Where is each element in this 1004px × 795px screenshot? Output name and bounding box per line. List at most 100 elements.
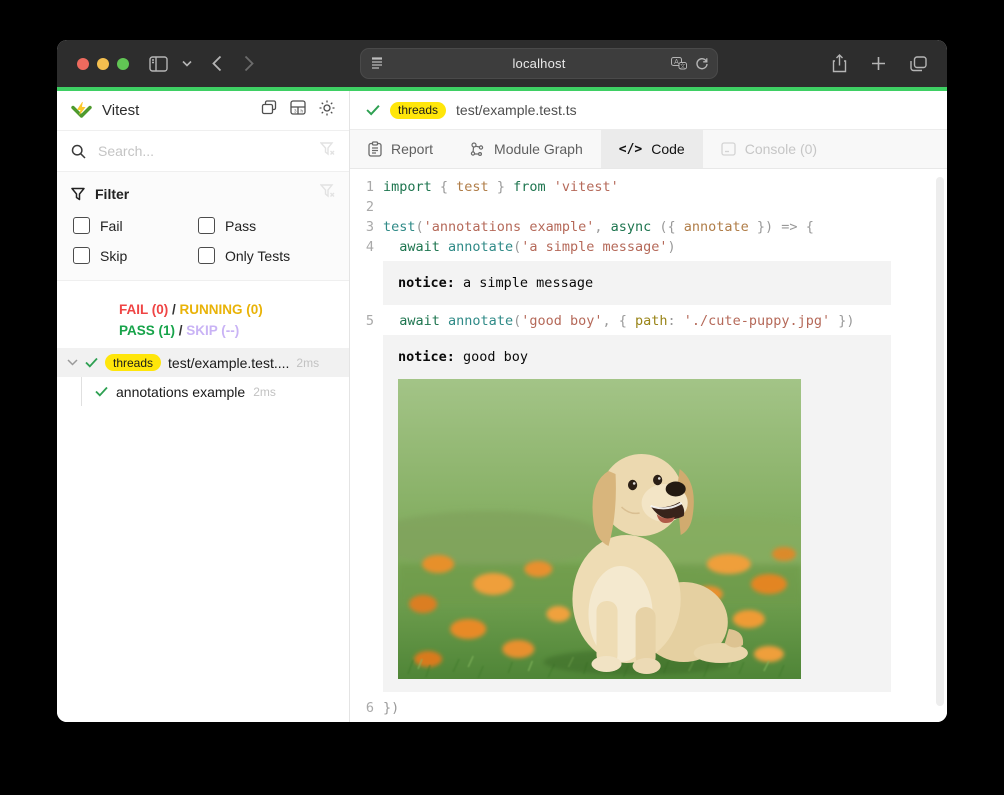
back-button[interactable] [212,55,222,72]
test-case-row[interactable]: annotations example 2ms [81,377,349,406]
traffic-lights [77,58,129,70]
test-file-name: test/example.test.... [168,355,289,371]
search-icon [71,144,86,159]
line-number: 3 [350,217,374,237]
checkbox[interactable] [198,217,215,234]
module-graph-icon [469,142,485,157]
notice-label: notice: [398,275,455,291]
pass-count: PASS (1) [119,323,175,338]
zoom-window-button[interactable] [117,58,129,70]
test-case-name: annotations example [116,384,245,400]
line-number: 4 [350,237,374,257]
close-window-button[interactable] [77,58,89,70]
url-text: localhost [512,56,565,71]
code-icon: </> [619,142,642,157]
filter-checkbox-only-tests[interactable]: Only Tests [198,247,335,264]
chevron-down-icon[interactable] [182,60,192,67]
code-line: 3 test('annotations example', async ({ an… [350,217,947,237]
code-editor[interactable]: 1 import { test } from 'vitest' 23 test('an… [350,169,947,722]
search-input[interactable] [96,142,310,160]
code-text: import { test } from 'vitest' [383,177,619,197]
code-line: 1 import { test } from 'vitest' [350,177,947,197]
file-path: test/example.test.ts [456,102,577,118]
code-line: 7 [350,718,947,722]
code-line: 2 [350,197,947,217]
test-file-row[interactable]: threads test/example.test.... 2ms [57,348,349,377]
clipboard-icon [368,141,382,157]
new-tab-icon[interactable] [871,56,886,71]
checkbox[interactable] [73,247,90,264]
funnel-icon [71,187,85,201]
checkbox[interactable] [198,247,215,264]
test-summary: FAIL (0) / RUNNING (0) PASS (1) / SKIP (… [57,299,349,341]
reader-icon[interactable] [370,57,384,70]
summary-line-1: FAIL (0) / RUNNING (0) [119,299,349,320]
line-number: 2 [350,197,374,217]
svg-text:h: h [301,109,304,114]
address-bar[interactable]: localhost A文 [360,48,718,79]
sidebar: Vitest 3h [57,91,350,722]
summary-line-2: PASS (1) / SKIP (--) [119,320,349,341]
tab-overview-icon[interactable] [910,56,927,72]
skip-count: SKIP (--) [186,323,239,338]
filter-checkbox-fail[interactable]: Fail [73,217,198,234]
svg-text:A: A [674,59,679,66]
notice-message: a simple message [455,275,593,291]
notice-label: notice: [398,349,455,365]
view-tabs: Report Module Graph </> Code Console [350,130,947,169]
pass-check-icon [95,386,108,397]
translate-icon[interactable]: A文 [671,57,687,70]
tab-code[interactable]: </> Code [601,130,703,168]
line-number: 1 [350,177,374,197]
reload-icon[interactable] [695,57,709,71]
test-case-duration: 2ms [253,385,276,399]
line-number: 6 [350,698,374,718]
notice-message: good boy [455,349,528,365]
minimize-window-button[interactable] [97,58,109,70]
tab-console: Console (0) [703,130,835,168]
windows-overlap-icon[interactable] [261,100,277,121]
code-line: 4 await annotate('a simple message') [350,237,947,257]
fail-count: FAIL (0) [119,302,168,317]
theme-toggle-sun-icon[interactable] [319,100,335,121]
dashboard-icon[interactable]: 3h [290,100,306,121]
pass-check-icon [85,357,98,368]
test-file-tree: threads test/example.test.... 2ms annota… [57,348,349,722]
console-icon [721,142,736,156]
code-text: await annotate('good boy', { path: './cu… [383,311,855,331]
filter-panel: Filter Fail Pass Skip Only Tests [57,172,349,281]
pool-badge: threads [390,102,446,119]
code-text: test('annotations example', async ({ ann… [383,217,814,237]
svg-text:3: 3 [294,109,297,114]
vertical-scrollbar[interactable] [936,177,944,706]
browser-window: localhost A文 [57,40,947,722]
line-number: 7 [350,718,374,722]
code-text: await annotate('a simple message') [383,237,676,257]
browser-toolbar: localhost A文 [57,40,947,87]
line-number: 5 [350,311,374,331]
svg-text:文: 文 [680,62,686,70]
filter-checkbox-pass[interactable]: Pass [198,217,335,234]
filter-title: Filter [95,186,310,202]
checkbox[interactable] [73,217,90,234]
code-text: }) [383,698,399,718]
running-count: RUNNING (0) [180,302,263,317]
tab-report[interactable]: Report [350,130,451,168]
clear-filter-icon [320,184,335,203]
main-panel: threads test/example.test.ts Report Modu… [350,91,947,722]
pass-check-icon [366,104,380,116]
annotation-notice: notice: a simple message [383,261,891,305]
file-header: threads test/example.test.ts [350,91,947,130]
sidebar-toggle-icon[interactable] [149,56,168,72]
filter-checkbox-skip[interactable]: Skip [73,247,198,264]
cute-puppy-image [398,379,801,679]
share-icon[interactable] [832,54,847,73]
pool-badge: threads [105,354,161,371]
chevron-down-icon[interactable] [67,359,78,366]
tab-module-graph[interactable]: Module Graph [451,130,601,168]
forward-button [244,55,254,72]
annotation-notice: notice: good boy [383,335,891,692]
code-line: 6}) [350,698,947,718]
clear-search-filter-icon [320,142,335,161]
code-line: 5 await annotate('good boy', { path: './… [350,311,947,331]
